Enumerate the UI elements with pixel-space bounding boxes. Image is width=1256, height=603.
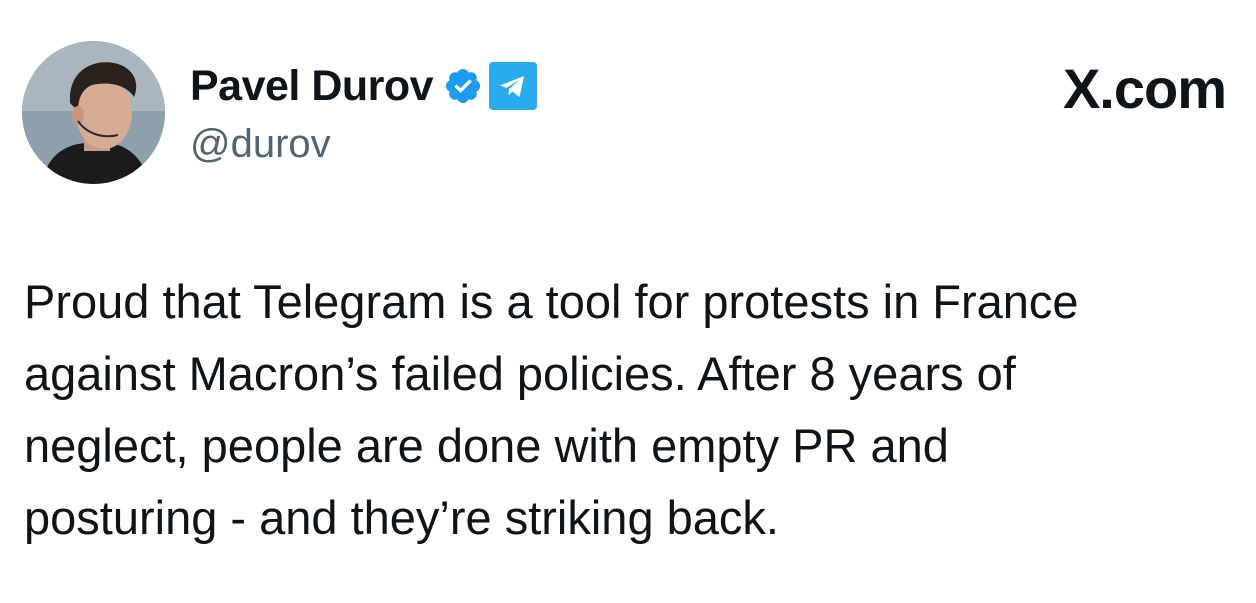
- name-row: Pavel Durov: [190, 58, 538, 114]
- tweet-text-line: against Macron’s failed policies. After …: [24, 347, 1016, 400]
- verified-badge-icon[interactable]: [443, 66, 483, 106]
- brand-label: X.com: [1062, 57, 1227, 120]
- author-block: Pavel Durov @durov: [190, 58, 538, 167]
- tweet-body: Proud that Telegram is a tool for protes…: [24, 266, 1249, 554]
- telegram-icon[interactable]: [489, 62, 538, 110]
- tweet-card: Pavel Durov @durov X.com Proud that Tele…: [0, 0, 1256, 603]
- tweet-text-line: Proud that Telegram is a tool for protes…: [24, 275, 1079, 328]
- author-handle[interactable]: @durov: [190, 122, 537, 167]
- tweet-text-line: posturing - and they’re striking back.: [24, 491, 779, 544]
- avatar-image: [22, 41, 165, 184]
- author-display-name[interactable]: Pavel Durov: [190, 62, 434, 111]
- avatar[interactable]: [22, 41, 165, 184]
- tweet-text-line: neglect, people are done with empty PR a…: [24, 419, 949, 472]
